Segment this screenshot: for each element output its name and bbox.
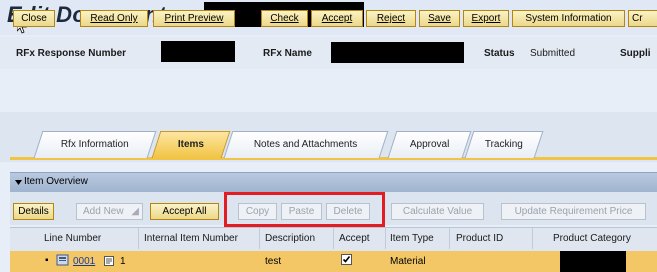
read-only-button[interactable]: Read Only	[80, 10, 148, 27]
highlight-box	[224, 192, 385, 227]
create-button-truncated[interactable]: Cr	[628, 10, 657, 27]
update-requirement-price-button[interactable]: Update Requirement Price	[501, 203, 646, 220]
item-type-cell: Material	[390, 256, 426, 267]
checkmark-icon	[342, 256, 351, 263]
column-divider	[449, 228, 450, 249]
tab-approval[interactable]: Approval	[387, 131, 472, 158]
column-divider	[259, 228, 260, 249]
check-button[interactable]: Check	[261, 10, 308, 27]
details-popup-icon[interactable]	[104, 256, 114, 266]
tab-notes-and-attachments[interactable]: Notes and Attachments	[223, 131, 389, 158]
column-header-accept[interactable]: Accept	[339, 233, 370, 244]
redacted-rfx-name	[331, 42, 464, 63]
calculate-value-button[interactable]: Calculate Value	[391, 203, 484, 220]
row-bullet: ▪	[45, 255, 49, 266]
rfx-name-label: RFx Name	[263, 48, 312, 59]
accept-button[interactable]: Accept	[311, 10, 363, 27]
tab-items[interactable]: Items	[151, 131, 231, 158]
item-overview-title: Item Overview	[24, 176, 88, 187]
column-header-product-category[interactable]: Product Category	[553, 233, 631, 244]
reject-button[interactable]: Reject	[366, 10, 416, 27]
main-toolbar	[0, 76, 657, 112]
details-button[interactable]: Details	[13, 203, 54, 220]
column-divider	[138, 228, 139, 249]
description-cell: test	[265, 256, 282, 267]
column-header-product-id[interactable]: Product ID	[456, 233, 503, 244]
redacted-rfx-response-number	[161, 41, 235, 62]
save-button[interactable]: Save	[419, 10, 460, 27]
tab-rfx-information[interactable]: Rfx Information	[33, 131, 157, 158]
item-icon[interactable]	[56, 254, 70, 267]
column-header-description[interactable]: Description	[265, 233, 315, 244]
column-divider	[532, 228, 533, 249]
collapse-triangle-icon[interactable]	[15, 180, 22, 185]
redacted-product-category	[560, 251, 626, 272]
line-number-link[interactable]: 0001	[73, 256, 95, 267]
system-information-button[interactable]: System Information	[512, 10, 625, 27]
dropdown-arrow-icon: ◢	[131, 206, 139, 217]
column-header-line-number[interactable]: Line Number	[44, 233, 101, 244]
column-divider	[333, 228, 334, 249]
accept-checkbox[interactable]	[341, 254, 352, 265]
accept-all-button[interactable]: Accept All	[150, 203, 219, 220]
add-new-button[interactable]: Add New ◢	[76, 203, 143, 220]
column-header-internal-item-number[interactable]: Internal Item Number	[144, 233, 238, 244]
status-value: Submitted	[530, 48, 576, 59]
item-overview-header	[10, 172, 657, 193]
column-divider	[385, 228, 386, 249]
column-header-item-type[interactable]: Item Type	[390, 233, 434, 244]
export-button[interactable]: Export	[463, 10, 509, 27]
status-label: Status	[484, 48, 515, 59]
supplier-label: Suppli	[620, 48, 651, 59]
close-button[interactable]: Close	[13, 10, 55, 27]
rfx-response-number-label: RFx Response Number	[16, 48, 127, 59]
internal-item-number-cell: 1	[120, 256, 126, 267]
tab-tracking[interactable]: Tracking	[464, 131, 544, 158]
print-preview-button[interactable]: Print Preview	[153, 10, 235, 27]
